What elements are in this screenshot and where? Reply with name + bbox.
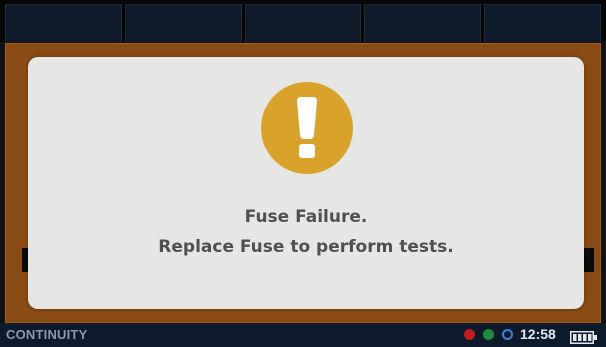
- top-tab-5[interactable]: [484, 4, 601, 42]
- dialog-message-line2: Replace Fuse to perform tests.: [158, 237, 454, 257]
- top-tab-bar: [0, 0, 606, 42]
- dialog-message-line1: Fuse Failure.: [244, 207, 368, 227]
- warning-exclamation-icon: [261, 82, 353, 174]
- top-tab-3[interactable]: [244, 4, 362, 42]
- red-indicator: [464, 329, 475, 340]
- top-tab-4[interactable]: [364, 4, 482, 42]
- green-indicator: [483, 329, 494, 340]
- mode-label: CONTINUITY: [6, 327, 88, 342]
- fuse-failure-dialog[interactable]: Fuse Failure. Replace Fuse to perform te…: [28, 57, 584, 309]
- blue-indicator: [502, 329, 513, 340]
- top-tab-1[interactable]: [5, 4, 122, 42]
- device-screen: Fuse Failure. Replace Fuse to perform te…: [0, 0, 606, 347]
- dialog-message: Fuse Failure. Replace Fuse to perform te…: [28, 202, 584, 262]
- status-bar: CONTINUITY 12:58: [0, 323, 606, 347]
- clock: 12:58: [520, 326, 556, 342]
- battery-icon: [570, 329, 598, 344]
- top-tab-2[interactable]: [124, 4, 242, 42]
